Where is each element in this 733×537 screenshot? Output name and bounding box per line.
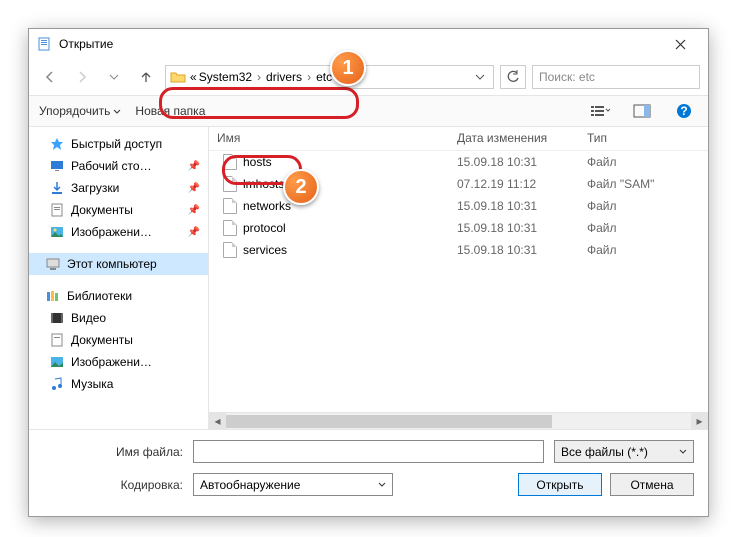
preview-pane-button[interactable] (628, 100, 656, 122)
pin-icon: 📌 (188, 205, 200, 216)
sidebar-item-quick-access[interactable]: Быстрый доступ (29, 133, 208, 155)
file-icon (223, 242, 237, 258)
file-row[interactable]: services 15.09.18 10:31 Файл (209, 239, 708, 261)
address-dropdown[interactable] (471, 74, 489, 80)
star-icon (49, 136, 65, 152)
scroll-thumb[interactable] (226, 415, 552, 428)
folder-icon (170, 69, 186, 85)
app-icon (37, 36, 53, 52)
filename-input[interactable] (193, 440, 544, 463)
new-folder-button[interactable]: Новая папка (135, 104, 205, 118)
organize-button[interactable]: Упорядочить (39, 104, 121, 118)
libraries-icon (45, 288, 61, 304)
doc-icon (49, 202, 65, 218)
file-icon (223, 220, 237, 236)
window-title: Открытие (59, 37, 660, 51)
back-button[interactable] (37, 64, 63, 90)
toolbar: Упорядочить Новая папка ? (29, 95, 708, 127)
pc-icon (45, 256, 61, 272)
search-placeholder: Поиск: etc (539, 70, 595, 84)
up-button[interactable] (133, 64, 159, 90)
sidebar-item-documents[interactable]: Документы📌 (29, 199, 208, 221)
crumb[interactable]: System32 (199, 70, 252, 84)
crumb-prefix: « (190, 70, 197, 84)
scroll-right-icon[interactable]: ▸ (691, 413, 708, 430)
sidebar-item-lib-pictures[interactable]: Изображени… (29, 351, 208, 373)
filename-label: Имя файла: (43, 445, 193, 459)
encoding-select[interactable]: Автообнаружение (193, 473, 393, 496)
file-row[interactable]: hosts 15.09.18 10:31 Файл (209, 151, 708, 173)
breadcrumbs: « System32 › drivers › etc › (190, 70, 344, 84)
pin-icon: 📌 (188, 183, 200, 194)
sidebar-item-music[interactable]: Музыка (29, 373, 208, 395)
chevron-right-icon: › (254, 70, 264, 84)
annotation-badge-1: 1 (330, 50, 366, 86)
recent-dropdown[interactable] (101, 64, 127, 90)
sidebar-item-desktop[interactable]: Рабочий сто…📌 (29, 155, 208, 177)
sidebar-item-pictures[interactable]: Изображени…📌 (29, 221, 208, 243)
file-area: Имя Дата изменения Тип hosts 15.09.18 10… (209, 127, 708, 429)
picture-icon (49, 354, 65, 370)
h-scrollbar[interactable]: ◂ ▸ (209, 412, 708, 429)
pin-icon: 📌 (188, 161, 200, 172)
doc-icon (49, 332, 65, 348)
download-icon (49, 180, 65, 196)
file-row[interactable]: protocol 15.09.18 10:31 Файл (209, 217, 708, 239)
refresh-button[interactable] (500, 65, 526, 89)
titlebar: Открытие (29, 29, 708, 59)
open-dialog: Открытие « System32 › drivers › etc › (28, 28, 709, 517)
open-button[interactable]: Открыть (518, 473, 602, 496)
video-icon (49, 310, 65, 326)
column-headers: Имя Дата изменения Тип (209, 127, 708, 151)
svg-text:?: ? (680, 104, 687, 118)
view-button[interactable] (586, 100, 614, 122)
close-button[interactable] (660, 30, 700, 58)
nav-row: « System32 › drivers › etc › Поиск: etc (29, 59, 708, 95)
col-date[interactable]: Дата изменения (449, 127, 579, 150)
music-icon (49, 376, 65, 392)
file-icon (223, 154, 237, 170)
crumb[interactable]: drivers (266, 70, 302, 84)
file-type-select[interactable]: Все файлы (*.*) (554, 440, 694, 463)
help-button[interactable]: ? (670, 100, 698, 122)
pin-icon: 📌 (188, 227, 200, 238)
chevron-right-icon: › (304, 70, 314, 84)
sidebar-item-this-pc[interactable]: Этот компьютер (29, 253, 208, 275)
sidebar-item-downloads[interactable]: Загрузки📌 (29, 177, 208, 199)
picture-icon (49, 224, 65, 240)
file-icon (223, 176, 237, 192)
file-icon (223, 198, 237, 214)
sidebar-item-libraries[interactable]: Библиотеки (29, 285, 208, 307)
bottom-panel: Имя файла: Все файлы (*.*) Кодировка: Ав… (29, 429, 708, 520)
cancel-button[interactable]: Отмена (610, 473, 694, 496)
annotation-badge-2: 2 (283, 169, 319, 205)
forward-button[interactable] (69, 64, 95, 90)
sidebar-item-lib-documents[interactable]: Документы (29, 329, 208, 351)
encoding-label: Кодировка: (43, 478, 193, 492)
desktop-icon (49, 158, 65, 174)
search-input[interactable]: Поиск: etc (532, 65, 700, 89)
col-name[interactable]: Имя (209, 127, 449, 150)
col-type[interactable]: Тип (579, 127, 708, 150)
sidebar: Быстрый доступ Рабочий сто…📌 Загрузки📌 Д… (29, 127, 209, 429)
file-row[interactable]: networks 15.09.18 10:31 Файл (209, 195, 708, 217)
scroll-left-icon[interactable]: ◂ (209, 413, 226, 430)
body: Быстрый доступ Рабочий сто…📌 Загрузки📌 Д… (29, 127, 708, 429)
sidebar-item-video[interactable]: Видео (29, 307, 208, 329)
